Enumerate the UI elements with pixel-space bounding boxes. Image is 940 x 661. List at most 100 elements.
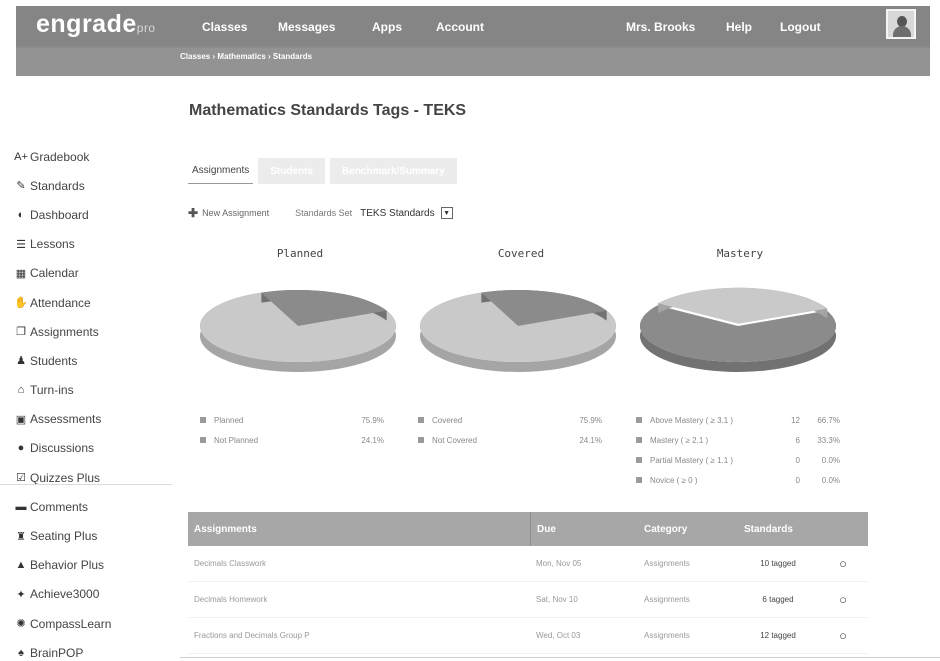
legend-swatch [418, 437, 424, 443]
page-title: Mathematics Standards Tags - TEKS [189, 102, 467, 119]
sidebar-item-label: Assessments [30, 412, 102, 427]
legend-swatch [636, 457, 642, 463]
sidebar-item-calendar[interactable]: ▦ Calendar [14, 259, 174, 288]
circle-icon[interactable]: ○ [818, 582, 868, 617]
legend-label: Mastery ( ≥ 2.1 ) [650, 435, 709, 445]
tab-assignments[interactable]: Assignments [188, 158, 254, 184]
sidebar-item-standards[interactable]: ✎ Standards [14, 171, 174, 200]
sidebar-item-comments[interactable]: ▬ Comments [14, 492, 174, 521]
standards-tagged[interactable]: 10 tagged [738, 546, 818, 581]
sidebar-item-achieve3000[interactable]: ✦ Achieve3000 [14, 580, 174, 609]
legend-swatch [636, 417, 642, 423]
sidebar-item-compasslearn[interactable]: ✺ CompassLearn [14, 609, 174, 638]
tab-students[interactable]: Students [258, 158, 326, 184]
page-bottom-divider [180, 657, 940, 658]
dropdown-arrow-icon[interactable]: ▼ [440, 207, 453, 219]
sidebar-item-label: CompassLearn [30, 616, 112, 631]
nav-classes[interactable]: Classes [202, 20, 247, 34]
dashboard-icon: ◐ [17, 208, 25, 221]
table-row[interactable]: Fractions and Decimals Group P Wed, Oct … [188, 618, 868, 654]
sidebar-item-dashboard[interactable]: ◐ Dashboard [14, 200, 174, 229]
view-tabs: Assignments Students Benchmark/Summary [188, 158, 462, 184]
due-date: Sat, Nov 10 [536, 595, 578, 604]
nav-account[interactable]: Account [436, 20, 484, 34]
legend-percent: 0.0% [821, 455, 840, 465]
standards-tagged[interactable]: 6 tagged [738, 582, 818, 617]
comments-icon: ▬ [15, 500, 27, 513]
toolbar: ✚ New Assignment Standards Set TEKS Stan… [188, 205, 453, 221]
pie-chart-covered [418, 284, 623, 379]
chart-title-mastery: Mastery [716, 247, 764, 260]
calendar-icon: ▦ [15, 267, 27, 280]
sidebar-item-discussions[interactable]: ● Discussions [14, 434, 174, 463]
sidebar-item-quizzes-plus[interactable]: ☑ Quizzes Plus [14, 463, 174, 492]
legend-label: Not Covered [432, 435, 477, 445]
circle-icon[interactable]: ○ [818, 618, 868, 653]
assignment-name[interactable]: Fractions and Decimals Group P [188, 618, 530, 653]
nav-user-name[interactable]: Mrs. Brooks [626, 20, 695, 34]
circle-icon[interactable]: ○ [818, 546, 868, 581]
legend-count: 0 [795, 455, 800, 465]
sidebar-item-attendance[interactable]: ✋ Attendance [14, 288, 174, 317]
sidebar-item-label: Students [30, 353, 78, 368]
sidebar-item-assignments[interactable]: ❐ Assignments [14, 317, 174, 346]
standards-set-label: Standards Set [295, 208, 353, 218]
column-header-standards[interactable]: Standards [738, 512, 818, 546]
sidebar-item-label: Behavior Plus [30, 558, 105, 573]
assignment-name[interactable]: Decimals Homework [188, 582, 530, 617]
new-assignment-link[interactable]: New Assignment [202, 208, 269, 218]
nav-apps[interactable]: Apps [372, 20, 402, 34]
user-avatar[interactable] [886, 9, 916, 39]
plus-icon[interactable]: ✚ [188, 206, 198, 220]
avatar-body [893, 26, 911, 37]
column-header-action [818, 512, 868, 546]
tab-benchmark-summary[interactable]: Benchmark/Summary [330, 158, 457, 184]
nav-messages[interactable]: Messages [278, 20, 335, 34]
sidebar-item-label: Discussions [30, 441, 95, 456]
sidebar-item-label: Dashboard [30, 207, 89, 222]
sidebar-item-label: Achieve3000 [30, 587, 100, 602]
legend-item: Mastery ( ≥ 2.1 ) 6 33.3% [636, 430, 840, 450]
assignment-name[interactable]: Decimals Classwork [188, 546, 530, 581]
sidebar-item-assessments[interactable]: ▣ Assessments [14, 405, 174, 434]
sidebar-item-label: BrainPOP [30, 645, 84, 660]
legend-percent: 75.9% [579, 415, 602, 425]
legend-planned: Planned 75.9% Not Planned 24.1% [200, 410, 384, 450]
pie-svg-planned [200, 290, 396, 372]
sidebar-item-students[interactable]: ♟ Students [14, 346, 174, 375]
sidebar-item-gradebook[interactable]: A+ Gradebook [14, 142, 174, 171]
sidebar-item-label: Assignments [30, 324, 99, 339]
discussions-icon: ● [17, 442, 25, 455]
sidebar-item-brainpop[interactable]: ♠ BrainPOP [14, 638, 174, 661]
due-date: Mon, Nov 05 [536, 559, 582, 568]
nav-logout[interactable]: Logout [780, 20, 821, 34]
engrade-logo[interactable]: engradepro [36, 10, 156, 39]
breadcrumb[interactable]: Classes › Mathematics › Standards [180, 52, 312, 61]
nav-help[interactable]: Help [726, 20, 752, 34]
legend-item: Above Mastery ( ≥ 3.1 ) 12 66.7% [636, 410, 840, 430]
table-row[interactable]: Decimals Classwork Mon, Nov 05 Assignmen… [188, 546, 868, 582]
standards-set-select[interactable]: TEKS Standards ▼ [360, 207, 453, 219]
chart-title-planned: Planned [276, 247, 324, 260]
sidebar-item-behavior-plus[interactable]: ▲ Behavior Plus [14, 551, 174, 580]
table-row[interactable]: Decimals Homework Sat, Nov 10 Assignment… [188, 582, 868, 618]
standards-tagged[interactable]: 12 tagged [738, 618, 818, 653]
sidebar-item-turn-ins[interactable]: ⌂ Turn-ins [14, 376, 174, 405]
column-header-category[interactable]: Category [638, 512, 738, 546]
students-icon: ♟ [16, 355, 26, 368]
assignments-icon: ❐ [16, 326, 26, 339]
sidebar-item-seating-plus[interactable]: ♜ Seating Plus [14, 521, 174, 550]
turnins-icon: ⌂ [17, 384, 25, 397]
compasslearn-icon: ✺ [16, 618, 26, 631]
column-header-assignments[interactable]: Assignments [188, 512, 530, 546]
sidebar-item-lessons[interactable]: ☰ Lessons [14, 230, 174, 259]
attendance-icon: ✋ [14, 297, 28, 310]
sidebar-item-label: Gradebook [30, 149, 90, 164]
legend-percent: 0.0% [821, 475, 840, 485]
column-header-due[interactable]: Due [530, 512, 638, 546]
sidebar-item-label: Turn-ins [30, 383, 74, 398]
seating-icon: ♜ [16, 530, 26, 543]
pie-svg-covered [420, 290, 616, 372]
table-header: Assignments Due Category Standards [188, 512, 868, 546]
standards-icon: ✎ [16, 180, 26, 193]
